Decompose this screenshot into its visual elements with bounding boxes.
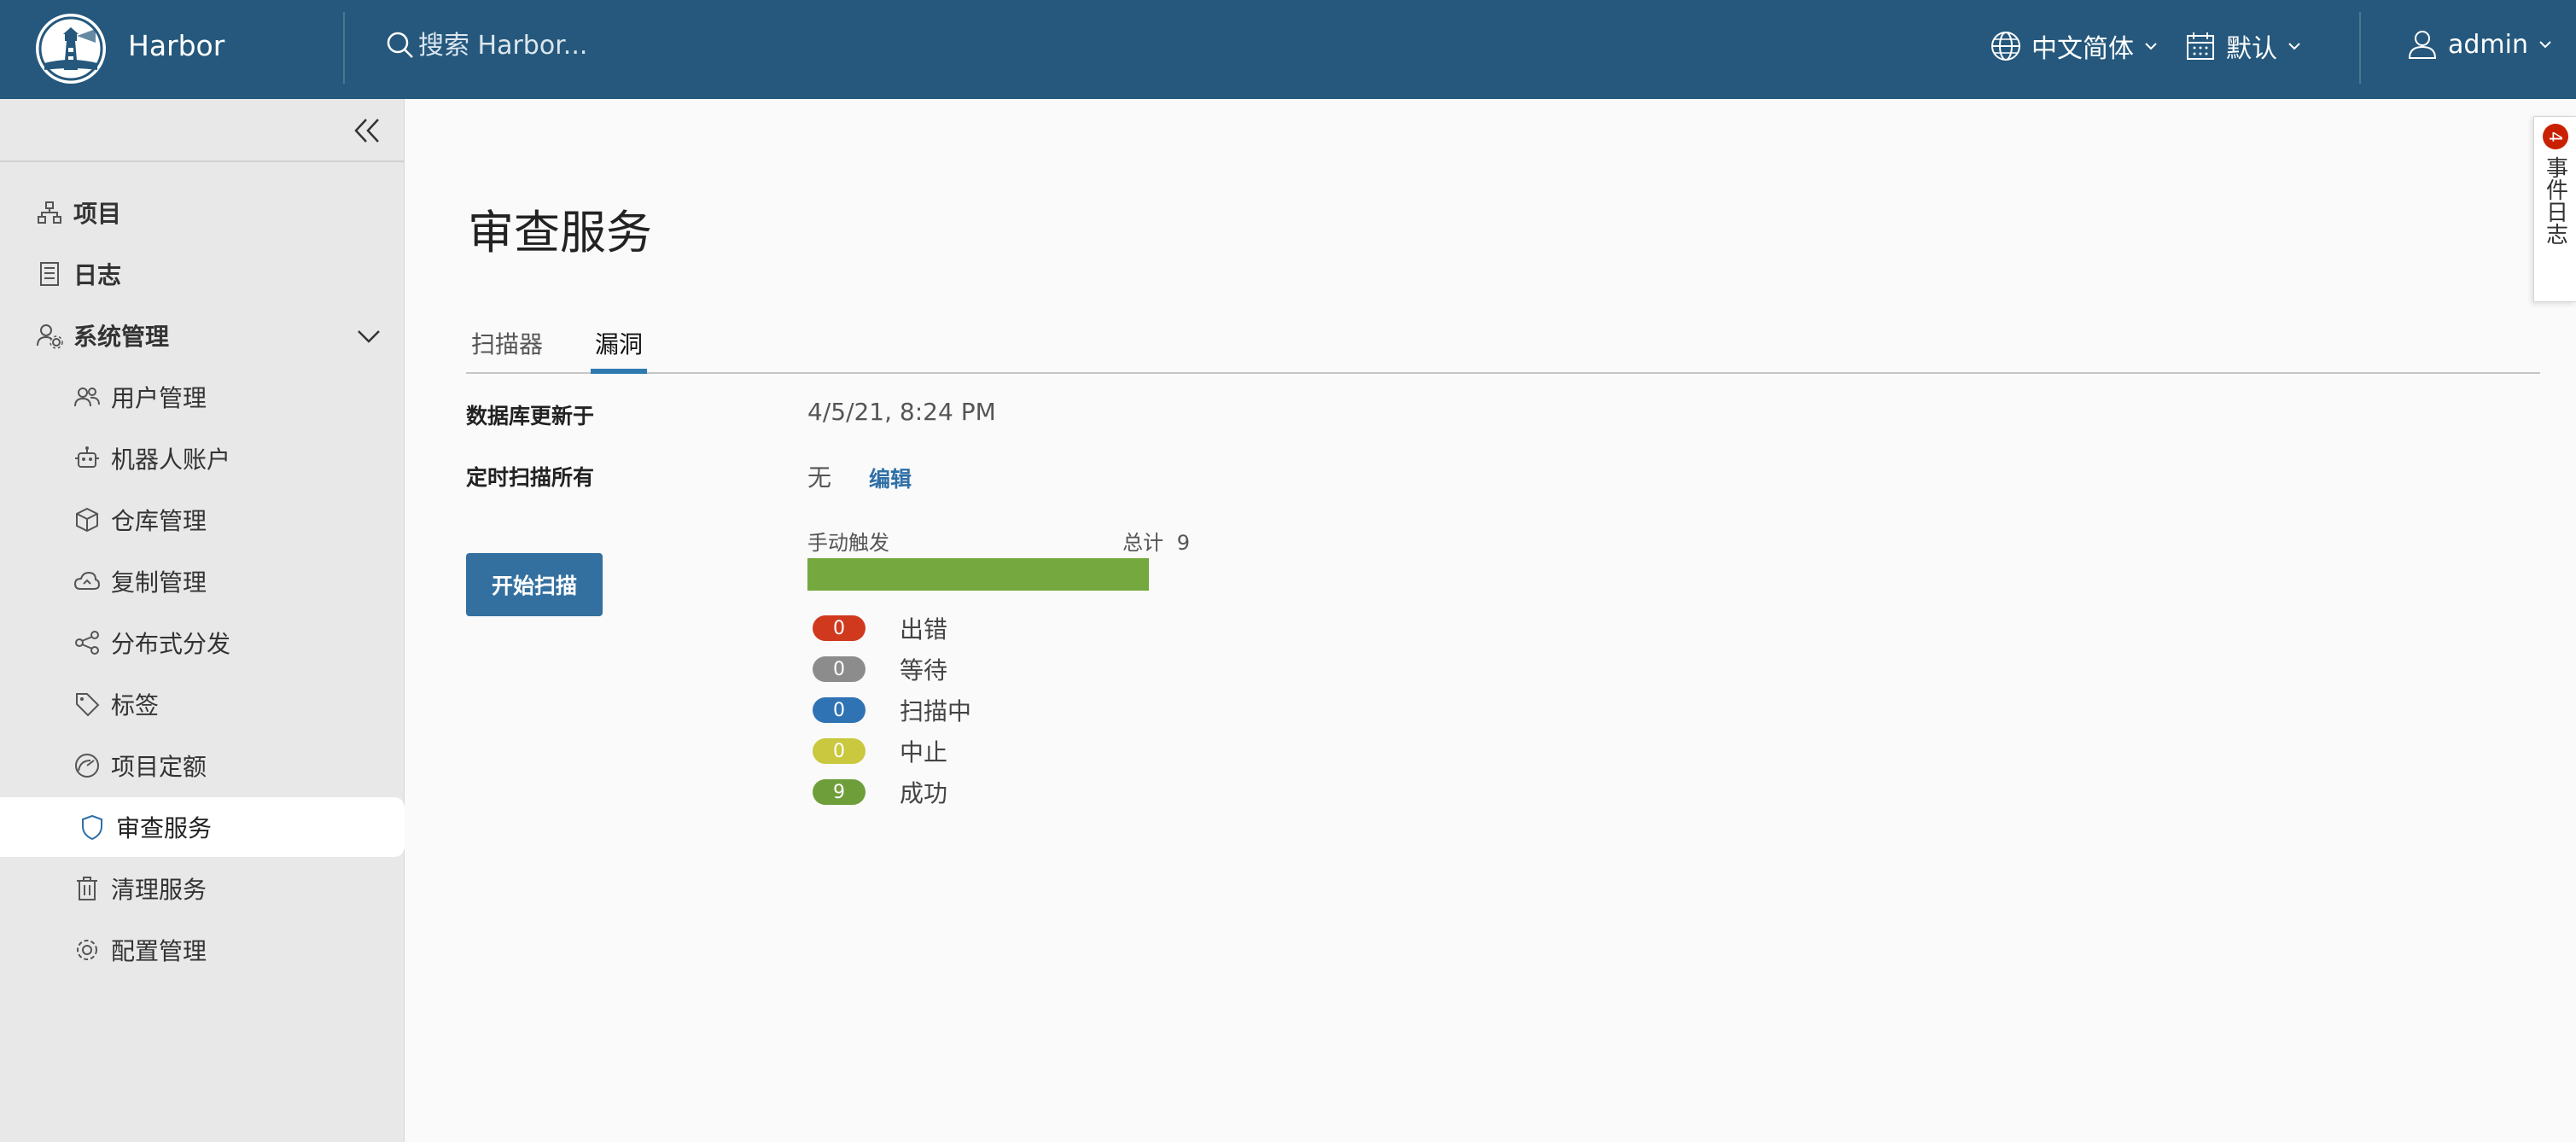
sidebar-item-label: 项目 xyxy=(73,200,122,228)
event-count-badge: 4 xyxy=(2543,124,2568,149)
shield-icon xyxy=(82,814,102,841)
share-icon xyxy=(75,631,99,655)
chevron-down-icon xyxy=(2145,43,2157,50)
brand-name[interactable]: Harbor xyxy=(128,29,224,62)
projects-icon xyxy=(38,201,61,224)
event-log-tab[interactable]: 4 事件日志 xyxy=(2533,116,2576,302)
sidebar-item-label: 审查服务 xyxy=(116,814,213,842)
sidebar-item-users[interactable]: 用户管理 xyxy=(0,367,405,427)
search-input[interactable] xyxy=(418,30,760,61)
sidebar-item-interrogation-services[interactable]: 审查服务 xyxy=(0,797,405,857)
sidebar-item-configuration[interactable]: 配置管理 xyxy=(0,920,405,980)
sidebar-item-label: 分布式分发 xyxy=(111,630,231,658)
robot-icon xyxy=(75,446,99,468)
status-error-row: 0 出错 xyxy=(813,611,947,645)
main-content: 审查服务 扫描器 漏洞 数据库更新于 4/5/21, 8:24 PM 定时扫描所… xyxy=(405,99,2576,1142)
schedule-label: 定时扫描所有 xyxy=(466,465,595,490)
chevron-down-icon xyxy=(2288,43,2300,50)
sidebar-item-robot-accounts[interactable]: 机器人账户 xyxy=(0,428,405,488)
sidebar-item-label: 仓库管理 xyxy=(111,507,207,535)
scan-now-button[interactable]: 开始扫描 xyxy=(466,553,603,616)
status-success-badge: 9 xyxy=(813,779,865,805)
users-icon xyxy=(74,387,100,407)
event-log-inner: 4 事件日志 xyxy=(2541,124,2570,294)
db-updated-value: 4/5/21, 8:24 PM xyxy=(807,398,996,426)
chevron-down-icon xyxy=(2539,41,2551,49)
status-stopped-label: 中止 xyxy=(900,738,948,766)
globe-icon xyxy=(1991,32,2020,61)
status-running-badge: 0 xyxy=(813,697,865,723)
status-pending-label: 等待 xyxy=(900,656,948,685)
sidebar-item-quotas[interactable]: 项目定额 xyxy=(0,736,405,795)
status-running-row: 0 扫描中 xyxy=(813,693,971,727)
sidebar-item-label: 系统管理 xyxy=(73,323,170,351)
gear-icon xyxy=(77,940,97,960)
status-success-row: 9 成功 xyxy=(813,775,947,809)
sidebar-item-logs[interactable]: 日志 xyxy=(0,244,405,304)
event-log-label: 事件日志 xyxy=(2542,156,2568,245)
status-running-label: 扫描中 xyxy=(900,697,972,725)
tag-icon xyxy=(76,693,100,717)
sidebar-item-label: 项目定额 xyxy=(111,753,207,781)
status-stopped-row: 0 中止 xyxy=(813,734,947,768)
sidebar-item-label: 复制管理 xyxy=(111,568,207,597)
status-success-label: 成功 xyxy=(900,779,948,807)
log-icon xyxy=(40,262,59,286)
sidebar-item-label: 机器人账户 xyxy=(111,446,231,474)
sidebar-item-gc[interactable]: 清理服务 xyxy=(0,859,405,918)
status-error-label: 出错 xyxy=(900,615,948,644)
sidebar-item-projects[interactable]: 项目 xyxy=(0,183,405,242)
total-count: 总计 9 xyxy=(1087,526,1190,556)
sidebar-item-replication[interactable]: 复制管理 xyxy=(0,551,405,611)
sidebar-item-admin[interactable]: 系统管理 xyxy=(0,306,405,365)
trash-icon xyxy=(77,877,97,900)
box-icon xyxy=(76,507,98,533)
total-value: 9 xyxy=(1176,531,1190,555)
header-divider xyxy=(343,12,345,84)
status-stopped-badge: 0 xyxy=(813,738,865,764)
status-pending-row: 0 等待 xyxy=(813,652,947,686)
harbor-logo[interactable] xyxy=(36,14,106,84)
scan-progress-fill xyxy=(807,558,1149,591)
language-label: 中文简体 xyxy=(2031,34,2134,64)
edit-schedule-link[interactable]: 编辑 xyxy=(869,463,912,493)
cloud-icon xyxy=(73,571,101,590)
header-divider xyxy=(2359,12,2361,84)
tab-vulnerability[interactable]: 漏洞 xyxy=(591,302,647,374)
sidebar-item-label: 用户管理 xyxy=(111,384,207,412)
trigger-type-label: 手动触发 xyxy=(807,531,889,555)
date-format-label: 默认 xyxy=(2226,34,2277,64)
tab-bar: 扫描器 漏洞 xyxy=(466,302,2540,374)
sidebar-item-repositories[interactable]: 仓库管理 xyxy=(0,490,405,550)
sidebar-item-label: 清理服务 xyxy=(111,876,207,904)
global-search[interactable] xyxy=(384,29,760,61)
sidebar-item-label: 标签 xyxy=(111,691,160,720)
user-settings-icon xyxy=(37,324,63,349)
page-title: 审查服务 xyxy=(468,206,652,259)
user-menu[interactable]: admin xyxy=(2405,27,2554,61)
language-dropdown[interactable]: 中文简体 xyxy=(1989,27,2159,65)
user-icon xyxy=(2408,31,2437,59)
username: admin xyxy=(2448,29,2528,60)
chevron-down-icon xyxy=(358,330,380,343)
sidebar-item-distribution[interactable]: 分布式分发 xyxy=(0,613,405,673)
status-pending-badge: 0 xyxy=(813,656,865,682)
sidebar-collapse-bar xyxy=(0,99,404,162)
sidebar: 项目 日志 系统管理 用户管理 机器人账户 仓库管理 复制管理 分布式分发 标签… xyxy=(0,99,405,1142)
status-error-badge: 0 xyxy=(813,615,865,641)
sidebar-item-labels[interactable]: 标签 xyxy=(0,674,405,734)
date-format-dropdown[interactable]: 默认 xyxy=(2183,27,2303,65)
db-updated-label: 数据库更新于 xyxy=(466,404,595,428)
gauge-icon xyxy=(75,754,99,778)
scan-progress-bar xyxy=(807,558,1149,591)
sidebar-item-label: 配置管理 xyxy=(111,937,207,965)
sidebar-item-label: 日志 xyxy=(73,261,122,289)
calendar-icon xyxy=(2187,32,2214,60)
total-label: 总计 xyxy=(1122,531,1164,555)
collapse-double-chevron-icon[interactable] xyxy=(351,114,383,147)
tab-scanners[interactable]: 扫描器 xyxy=(466,302,548,374)
schedule-value: 无 xyxy=(807,463,832,492)
search-icon xyxy=(387,32,413,58)
top-header: Harbor 中文简体 默认 admin xyxy=(0,0,2576,99)
